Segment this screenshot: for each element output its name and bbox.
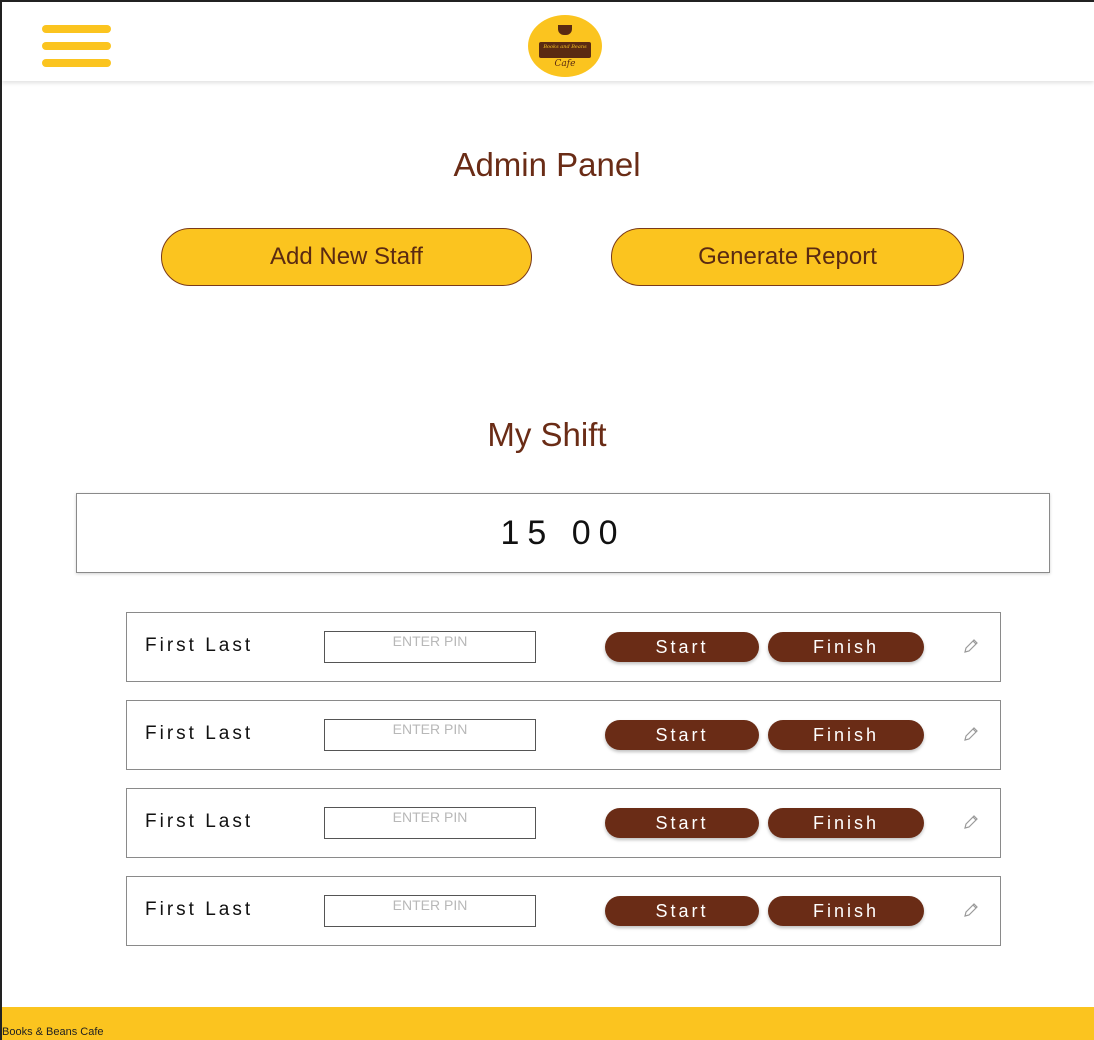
staff-name: First Last [145,811,254,832]
footer-text: Books & Beans Cafe [2,1026,104,1038]
generate-report-label: Generate Report [698,243,877,270]
pin-input[interactable] [324,807,536,839]
finish-button[interactable]: Finish [768,632,924,662]
shift-timer-display: 15 00 [76,493,1050,573]
generate-report-button[interactable]: Generate Report [611,228,964,286]
start-button[interactable]: Start [605,632,759,662]
add-new-staff-button[interactable]: Add New Staff [161,228,532,286]
staff-row: First Last Start Finish [126,612,1001,682]
logo-banner-text: Books and Beans [543,44,587,50]
staff-row: First Last Start Finish [126,876,1001,946]
hamburger-line [42,42,111,50]
staff-row: First Last Start Finish [126,788,1001,858]
pencil-icon[interactable] [962,813,980,831]
start-button[interactable]: Start [605,720,759,750]
staff-name: First Last [145,723,254,744]
staff-name: First Last [145,899,254,920]
admin-panel-title: Admin Panel [453,146,641,183]
hamburger-menu-icon[interactable] [42,25,111,69]
finish-button[interactable]: Finish [768,808,924,838]
top-bar: Books and Beans Cafe [2,2,1094,81]
start-button[interactable]: Start [605,808,759,838]
staff-row: First Last Start Finish [126,700,1001,770]
pin-input[interactable] [324,631,536,663]
add-new-staff-label: Add New Staff [270,243,423,270]
start-button[interactable]: Start [605,896,759,926]
hamburger-line [42,25,111,33]
hamburger-line [42,59,111,67]
my-shift-title: My Shift [487,416,607,453]
footer-bar: Books & Beans Cafe [2,1007,1094,1040]
pin-input[interactable] [324,895,536,927]
coffee-cup-icon [558,25,572,35]
pencil-icon[interactable] [962,901,980,919]
finish-button[interactable]: Finish [768,720,924,750]
staff-name: First Last [145,635,254,656]
pin-input[interactable] [324,719,536,751]
logo-cafe-text: Cafe [554,59,576,69]
cafe-logo[interactable]: Books and Beans Cafe [528,15,602,77]
finish-button[interactable]: Finish [768,896,924,926]
pencil-icon[interactable] [962,725,980,743]
pencil-icon[interactable] [962,637,980,655]
